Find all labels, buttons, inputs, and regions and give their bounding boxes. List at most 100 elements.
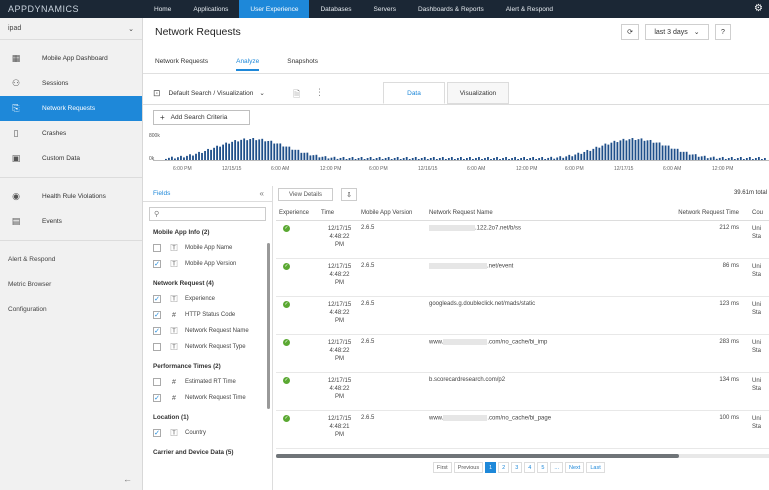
field-mobile-app-version[interactable]: ✓ 🅃 Mobile App Version <box>143 256 272 272</box>
more-options-icon[interactable]: ⋮ <box>315 87 324 98</box>
field-label: Network Request Name <box>185 328 249 334</box>
view-details-button[interactable]: View Details <box>278 188 333 201</box>
field-checkbox[interactable]: ✓ <box>153 394 161 402</box>
tab-data[interactable]: Data <box>383 82 445 104</box>
number-type-icon: # <box>172 311 176 319</box>
pagination-page-4[interactable]: 4 <box>524 462 536 473</box>
pagination-page-2[interactable]: 2 <box>498 462 510 473</box>
normal-status-icon: ✓ <box>283 262 290 270</box>
sidebar-item-crashes[interactable]: ▯ Crashes <box>0 121 142 146</box>
field-checkbox[interactable] <box>153 343 161 351</box>
search-icon: ⚲ <box>154 211 160 218</box>
timeline-bar <box>237 141 240 161</box>
time-cell: 12/17/15 4:48:22 PM <box>318 372 358 411</box>
tab-snapshots[interactable]: Snapshots <box>287 58 318 71</box>
pagination-previous[interactable]: Previous <box>453 462 484 473</box>
normal-status-icon: ✓ <box>283 376 290 384</box>
pagination-page-5[interactable]: 5 <box>537 462 549 473</box>
column-header-country[interactable]: Cou <box>749 206 769 221</box>
topnav-home[interactable]: Home <box>143 0 182 18</box>
redacted-text <box>429 262 487 269</box>
sidebar-item-health-rule-violations[interactable]: ◉ Health Rule Violations <box>0 184 142 209</box>
field-network-request-time[interactable]: ✓ # Network Request Time <box>143 390 272 406</box>
normal-status-icon: ✓ <box>283 338 290 346</box>
pagination-next[interactable]: Next <box>565 462 585 473</box>
pagination-last[interactable]: Last <box>586 462 605 473</box>
topnav-alert-respond[interactable]: Alert & Respond <box>495 0 564 18</box>
field-checkbox[interactable]: ✓ <box>153 260 161 268</box>
sidebar-item-label: Mobile App Dashboard <box>42 55 108 62</box>
field-mobile-app-name[interactable]: 🅃 Mobile App Name <box>143 240 272 256</box>
field-checkbox[interactable]: ✓ <box>153 327 161 335</box>
appdynamics-logo[interactable]: APPDYNAMICS <box>0 4 143 14</box>
topnav-dashboards-reports[interactable]: Dashboards & Reports <box>407 0 495 18</box>
table-row[interactable]: ✓ 12/17/15 4:48:22 PM 2.6.5 .122.2o7.net/b… <box>276 220 769 259</box>
sidebar-link-alert-respond[interactable]: Alert & Respond <box>0 247 142 272</box>
topnav-databases[interactable]: Databases <box>309 0 362 18</box>
timeline-bar <box>246 140 249 161</box>
field-checkbox[interactable]: ✓ <box>153 295 161 303</box>
experience-cell: ✓ <box>276 410 318 449</box>
time-range-dropdown[interactable]: last 3 days ⌄ <box>645 24 709 40</box>
timeline-bar <box>637 139 640 161</box>
tab-network-requests[interactable]: Network Requests <box>155 58 208 71</box>
field-checkbox[interactable] <box>153 378 161 386</box>
fields-panel-header: Fields « <box>143 186 272 202</box>
search-settings-icon: ⊡ <box>153 87 161 98</box>
saved-search-dropdown[interactable]: ⊡ Default Search / Visualization ⌄ <box>153 88 265 99</box>
pagination-first[interactable]: First <box>433 462 452 473</box>
help-button[interactable]: ? <box>715 24 731 40</box>
save-search-icon[interactable]: 🗎 <box>293 87 300 103</box>
refresh-button[interactable]: ⟳ <box>621 24 639 40</box>
table-row[interactable]: ✓ 12/17/15 4:48:22 PM 2.6.5 googleads.g.do… <box>276 296 769 335</box>
column-header-network-request-time[interactable]: Network Request Time <box>631 206 749 221</box>
collapse-sidebar-icon[interactable]: ← <box>123 474 132 484</box>
timeline-histogram[interactable]: 800k 0k 6:00 PM 12/15/15 6:00 AM 12:00 P… <box>143 130 769 190</box>
table-horizontal-scrollbar[interactable] <box>276 454 679 458</box>
table-row[interactable]: ✓ 12/17/15 4:48:22 PM 2.6.5 .net/event 86 … <box>276 258 769 297</box>
gear-icon[interactable]: ⚙ <box>754 3 763 14</box>
fields-search-input[interactable]: ⚲ <box>149 207 266 221</box>
sidebar-item-network-requests[interactable]: ⎘ Network Requests <box>0 96 142 121</box>
timeline-bar <box>643 140 646 161</box>
table-row[interactable]: ✓ 12/17/15 4:48:22 PM b.scorecardresearch.… <box>276 372 769 411</box>
collapse-panel-icon[interactable]: « <box>260 189 264 198</box>
version-cell: 2.6.5 <box>358 334 426 373</box>
sidebar-item-mobile-app-dashboard[interactable]: ▦ Mobile App Dashboard <box>0 46 142 71</box>
export-button[interactable]: ⇩ <box>341 188 357 201</box>
add-search-criteria-button[interactable]: + Add Search Criteria <box>153 110 250 125</box>
sidebar-link-configuration[interactable]: Configuration <box>0 297 142 322</box>
top-bar: APPDYNAMICS Home Applications User Exper… <box>0 0 769 18</box>
column-header-experience[interactable]: Experience <box>276 206 318 221</box>
sidebar-link-metric-browser[interactable]: Metric Browser <box>0 272 142 297</box>
sidebar-item-sessions[interactable]: ⚇ Sessions <box>0 71 142 96</box>
field-checkbox[interactable]: ✓ <box>153 429 161 437</box>
topnav-user-experience[interactable]: User Experience <box>239 0 310 18</box>
pagination-page-3[interactable]: 3 <box>511 462 523 473</box>
fields-scrollbar[interactable] <box>267 243 270 409</box>
topnav-servers[interactable]: Servers <box>363 0 407 18</box>
sidebar-item-custom-data[interactable]: ▣ Custom Data <box>0 146 142 171</box>
tab-visualization[interactable]: Visualization <box>447 82 509 104</box>
field-estimated-rt-time[interactable]: # Estimated RT Time <box>143 374 272 390</box>
column-header-network-request-name[interactable]: Network Request Name <box>426 206 631 221</box>
pagination-page-1[interactable]: 1 <box>485 462 497 473</box>
field-http-status-code[interactable]: ✓ # HTTP Status Code <box>143 307 272 323</box>
application-selector[interactable]: ipad ⌄ <box>0 18 142 40</box>
tab-analyze[interactable]: Analyze <box>236 58 260 71</box>
field-country[interactable]: ✓ 🅃 Country <box>143 425 272 441</box>
sidebar-item-events[interactable]: ▤ Events <box>0 209 142 234</box>
field-network-request-name[interactable]: ✓ 🅃 Network Request Name <box>143 323 272 339</box>
topnav-applications[interactable]: Applications <box>182 0 239 18</box>
field-checkbox[interactable] <box>153 244 161 252</box>
column-header-time[interactable]: Time <box>318 206 358 221</box>
application-name: ipad <box>8 25 22 32</box>
field-experience[interactable]: ✓ 🅃 Experience <box>143 291 272 307</box>
field-checkbox[interactable]: ✓ <box>153 311 161 319</box>
column-header-mobile-app-version[interactable]: Mobile App Version <box>358 206 426 221</box>
experience-cell: ✓ <box>276 372 318 411</box>
version-cell: 2.6.5 <box>358 410 426 449</box>
table-row[interactable]: ✓ 12/17/15 4:48:21 PM 2.6.5 www. .com/no_ca… <box>276 410 769 449</box>
table-row[interactable]: ✓ 12/17/15 4:48:22 PM 2.6.5 www. .com/no_ca… <box>276 334 769 373</box>
field-network-request-type[interactable]: 🅃 Network Request Type <box>143 339 272 355</box>
